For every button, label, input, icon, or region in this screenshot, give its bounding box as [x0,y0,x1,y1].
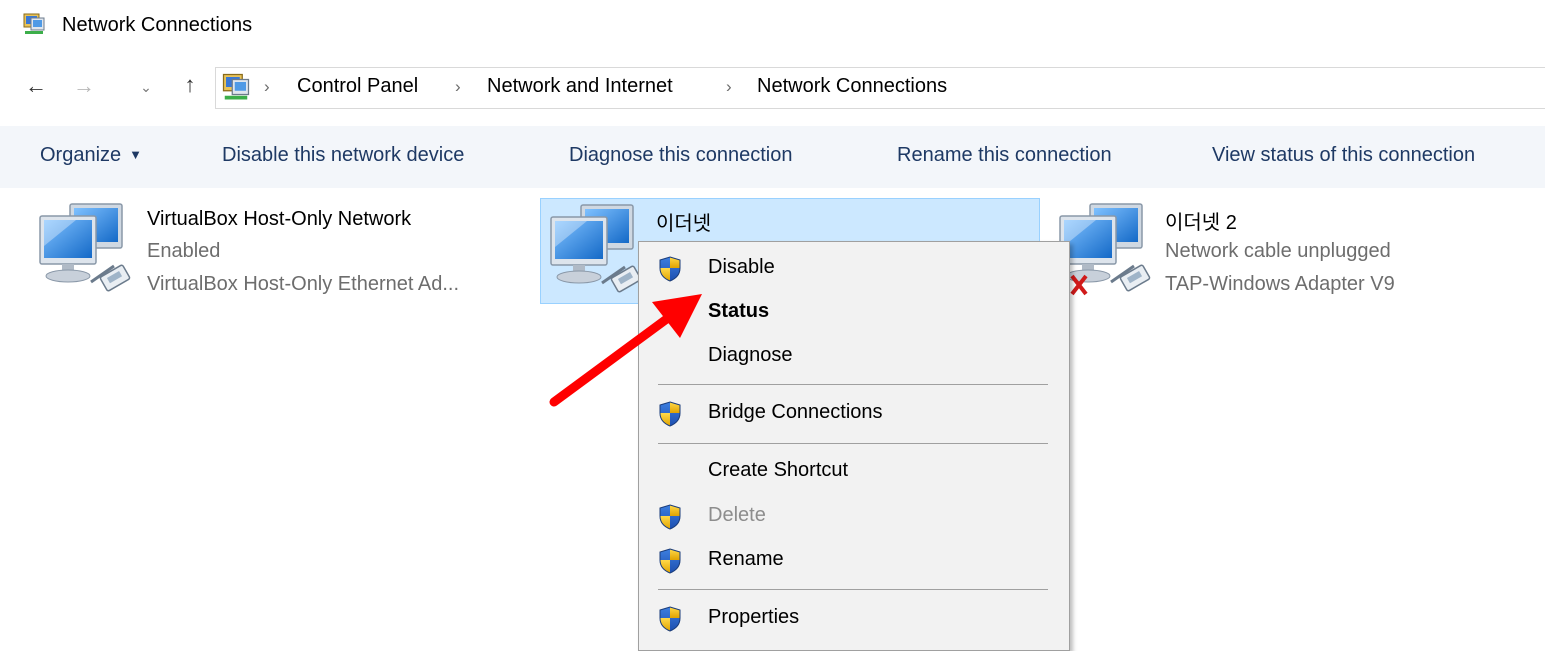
network-connections-icon [22,12,46,36]
menu-item-label: Delete [708,504,766,526]
breadcrumb-separator: › [264,77,270,96]
menu-item-label: Create Shortcut [708,459,849,481]
red-x-icon [1070,274,1088,296]
network-adapter-icon [36,202,136,302]
window-title: Network Connections [62,14,253,36]
caret-down-icon: ▼ [129,147,143,162]
network-adapter-icon [547,203,647,303]
rename-connection-button[interactable]: Rename this connection [897,144,1112,167]
organize-button[interactable]: Organize ▼ [40,144,142,167]
connection-device: TAP-Windows Adapter V9 [1165,273,1395,295]
shield-icon [658,504,682,530]
menu-separator [658,384,1048,385]
menu-item-disable[interactable]: Disable [640,248,1068,288]
connection-name: 이더넷 [656,213,712,235]
menu-item-label: Status [708,300,770,322]
menu-separator [658,443,1048,444]
menu-item-label: Diagnose [708,344,793,366]
network-connections-icon [221,72,251,102]
breadcrumb-network-connections[interactable]: Network Connections [757,75,947,98]
menu-item-bridge-connections[interactable]: Bridge Connections [640,393,1068,433]
menu-item-label: Disable [708,256,775,278]
shield-icon [658,548,682,574]
menu-separator [658,589,1048,590]
shield-icon [658,256,682,282]
breadcrumb-control-panel[interactable]: Control Panel [297,75,418,98]
breadcrumb-network-and-internet[interactable]: Network and Internet [487,75,673,98]
menu-item-label: Bridge Connections [708,401,883,423]
view-status-button[interactable]: View status of this connection [1212,144,1475,167]
connection-status: Network cable unplugged [1165,240,1391,262]
connection-name: VirtualBox Host-Only Network [147,208,412,230]
connection-item-virtualbox[interactable]: VirtualBox Host-Only Network Enabled Vir… [30,198,520,304]
menu-item-delete[interactable]: Delete [640,496,1068,536]
arrow-up-icon[interactable]: ↑ [176,74,204,96]
connection-item-ethernet-2[interactable]: 이더넷 2 Network cable unplugged TAP-Window… [1050,198,1545,304]
arrow-left-icon[interactable]: ← [22,75,50,97]
breadcrumb-separator: › [455,77,461,96]
connection-name: 이더넷 2 [1165,212,1237,234]
organize-label: Organize [40,144,122,166]
diagnose-connection-button[interactable]: Diagnose this connection [569,144,792,167]
breadcrumb-separator: › [726,77,732,96]
connection-device: VirtualBox Host-Only Ethernet Ad... [147,273,460,295]
chevron-down-icon[interactable]: ⌄ [138,80,154,94]
disable-device-button[interactable]: Disable this network device [222,144,464,167]
menu-item-diagnose[interactable]: Diagnose [640,336,1068,376]
menu-item-properties[interactable]: Properties [640,598,1068,638]
shield-icon [658,606,682,632]
shield-icon [658,401,682,427]
menu-item-create-shortcut[interactable]: Create Shortcut [640,451,1068,491]
menu-item-status[interactable]: Status [640,292,1068,332]
menu-item-rename[interactable]: Rename [640,540,1068,580]
menu-item-label: Properties [708,606,800,628]
connection-status: Enabled [147,240,221,262]
menu-item-label: Rename [708,548,784,570]
arrow-right-icon[interactable]: → [70,75,98,97]
